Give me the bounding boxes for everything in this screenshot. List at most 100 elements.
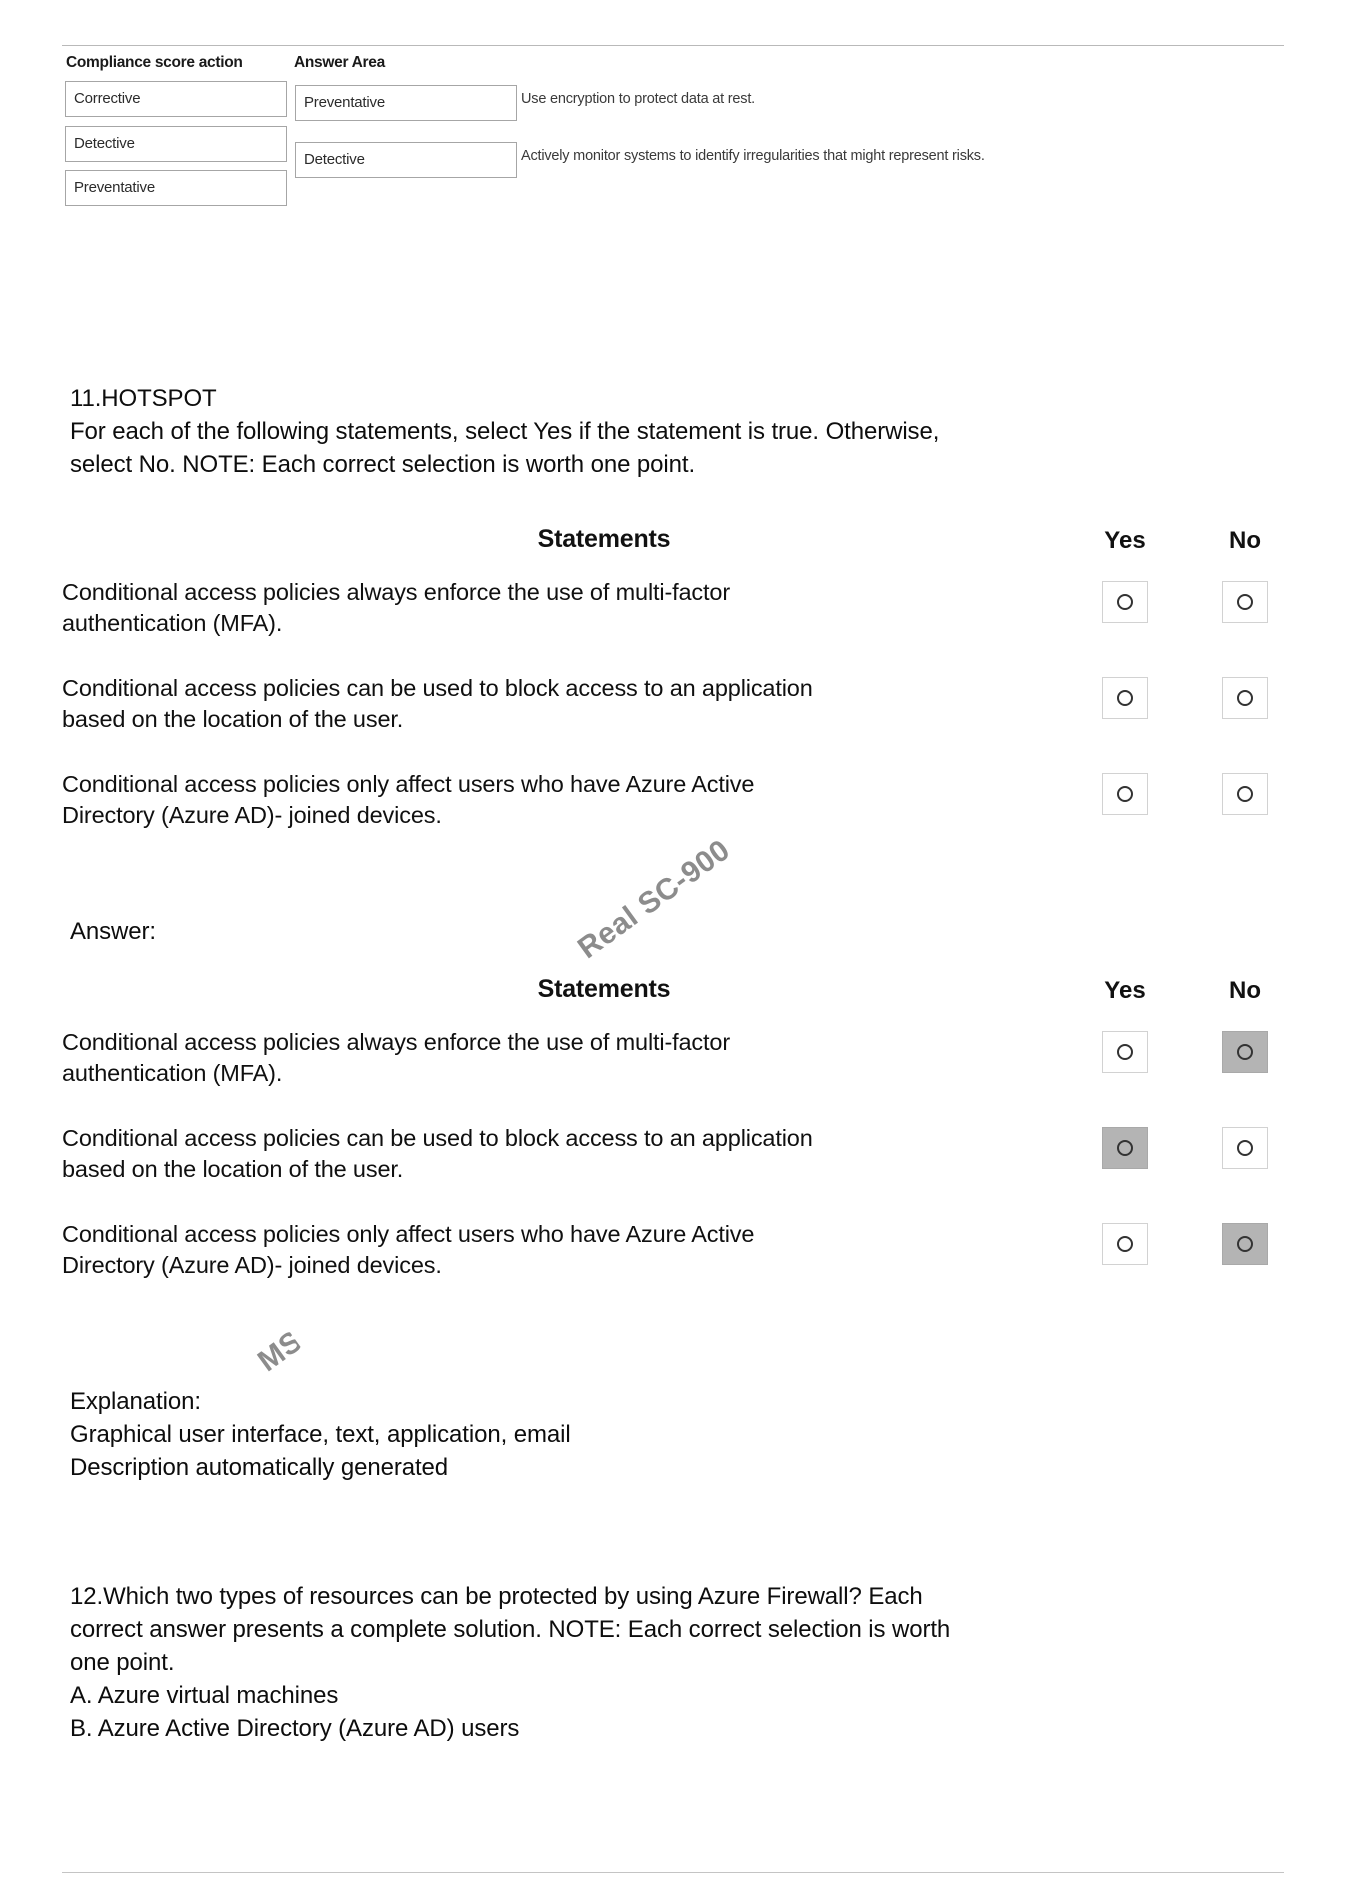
explanation-label: Explanation: <box>70 1388 201 1415</box>
a-row-2-yes-radio[interactable] <box>1102 1127 1148 1169</box>
statement-2-line-1: Conditional access policies can be used … <box>62 675 813 701</box>
no-column-header: No <box>1229 527 1261 554</box>
explanation-line-1: Graphical user interface, text, applicat… <box>70 1421 571 1448</box>
hotspot-table-answer: Statements Yes No Conditional access pol… <box>62 975 1268 1301</box>
answer-statement-text-2: Conditional access policies can be used … <box>62 1123 1047 1185</box>
answer-description-2: Actively monitor systems to identify irr… <box>521 148 985 164</box>
question-12-text: 12.Which two types of resources can be p… <box>70 1580 1250 1745</box>
question-11-text: 11.HOTSPOT For each of the following sta… <box>70 382 1260 481</box>
a-row-1-yes-cell[interactable] <box>1077 1031 1173 1073</box>
question-12-prompt-line-1: 12.Which two types of resources can be p… <box>70 1583 923 1610</box>
question-11-prompt-line-1: For each of the following statements, se… <box>70 418 940 445</box>
statement-text-1: Conditional access policies always enfor… <box>62 577 1047 639</box>
question-11-number: 11.HOTSPOT <box>70 385 217 412</box>
a-row-2-no-cell[interactable] <box>1197 1127 1293 1169</box>
option-corrective[interactable]: Corrective <box>65 81 287 117</box>
answer-statement-3-line-1: Conditional access policies only affect … <box>62 1221 755 1247</box>
q-row-1-no-cell[interactable] <box>1197 581 1293 623</box>
radio-circle-icon <box>1237 1044 1253 1060</box>
radio-circle-icon <box>1117 1044 1133 1060</box>
q-row-3-yes-radio[interactable] <box>1102 773 1148 815</box>
statement-2-line-2: based on the location of the user. <box>62 706 404 732</box>
answer-statement-3-line-2: Directory (Azure AD)- joined devices. <box>62 1252 442 1278</box>
answer-statement-2-line-1: Conditional access policies can be used … <box>62 1125 813 1151</box>
option-detective[interactable]: Detective <box>65 126 287 162</box>
hotspot-question-header-row: Statements Yes No <box>62 525 1262 565</box>
answer-label: Answer: <box>70 918 156 945</box>
answer-statement-text-1: Conditional access policies always enfor… <box>62 1027 1047 1089</box>
answer-area-header: Answer Area <box>294 54 385 71</box>
answer-statement-text-3: Conditional access policies only affect … <box>62 1219 1047 1281</box>
question-12-choice-a[interactable]: A. Azure virtual machines <box>70 1679 1250 1712</box>
question-12-choice-b[interactable]: B. Azure Active Directory (Azure AD) use… <box>70 1712 1250 1745</box>
table-row: Conditional access policies always enfor… <box>62 577 1268 659</box>
a-row-3-no-cell[interactable] <box>1197 1223 1293 1265</box>
option-preventative[interactable]: Preventative <box>65 170 287 206</box>
answer-statement-1-line-1: Conditional access policies always enfor… <box>62 1029 731 1055</box>
radio-circle-icon <box>1237 786 1253 802</box>
figure-top-rule <box>62 45 1284 46</box>
statement-text-3: Conditional access policies only affect … <box>62 769 1047 831</box>
table-row: Conditional access policies only affect … <box>62 1219 1268 1301</box>
table-row: Conditional access policies always enfor… <box>62 1027 1268 1109</box>
explanation-block: Explanation: Graphical user interface, t… <box>70 1385 1220 1484</box>
answer-yes-column-header: Yes <box>1104 977 1146 1004</box>
answer-statement-1-line-2: authentication (MFA). <box>62 1060 283 1086</box>
answer-description-1: Use encryption to protect data at rest. <box>521 91 755 107</box>
statements-column-header: Statements <box>537 525 671 553</box>
q-row-3-no-radio[interactable] <box>1222 773 1268 815</box>
a-row-2-no-radio[interactable] <box>1222 1127 1268 1169</box>
a-row-3-yes-cell[interactable] <box>1077 1223 1173 1265</box>
compliance-score-answer-figure: Compliance score action Answer Area Corr… <box>62 45 1284 220</box>
table-row: Conditional access policies can be used … <box>62 673 1268 755</box>
q-row-3-yes-cell[interactable] <box>1077 773 1173 815</box>
statement-text-2: Conditional access policies can be used … <box>62 673 1047 735</box>
table-row: Conditional access policies can be used … <box>62 1123 1268 1205</box>
a-row-1-no-cell[interactable] <box>1197 1031 1293 1073</box>
radio-circle-icon <box>1117 690 1133 706</box>
statement-1-line-1: Conditional access policies always enfor… <box>62 579 731 605</box>
answer-slot-1[interactable]: Preventative <box>295 85 517 121</box>
answer-slot-2[interactable]: Detective <box>295 142 517 178</box>
question-12-prompt-line-2: correct answer presents a complete solut… <box>70 1616 951 1643</box>
statement-3-line-1: Conditional access policies only affect … <box>62 771 755 797</box>
answer-statements-column-header: Statements <box>537 975 671 1003</box>
explanation-line-2: Description automatically generated <box>70 1454 449 1481</box>
radio-circle-icon <box>1237 1140 1253 1156</box>
watermark-real-sc900: Real SC-900 <box>572 833 737 966</box>
answer-statement-2-line-2: based on the location of the user. <box>62 1156 404 1182</box>
yes-column-header: Yes <box>1104 527 1146 554</box>
hotspot-answer-header-row: Statements Yes No <box>62 975 1262 1015</box>
radio-circle-icon <box>1237 1236 1253 1252</box>
watermark-partial-fragment: MS <box>252 1326 306 1379</box>
q-row-2-no-cell[interactable] <box>1197 677 1293 719</box>
q-row-2-no-radio[interactable] <box>1222 677 1268 719</box>
compliance-score-action-header: Compliance score action <box>66 54 243 71</box>
radio-circle-icon <box>1237 594 1253 610</box>
answer-no-column-header: No <box>1229 977 1261 1004</box>
hotspot-table-question: Statements Yes No Conditional access pol… <box>62 525 1268 851</box>
a-row-3-no-radio[interactable] <box>1222 1223 1268 1265</box>
question-12-prompt-line-3: one point. <box>70 1649 175 1676</box>
a-row-1-yes-radio[interactable] <box>1102 1031 1148 1073</box>
q-row-2-yes-radio[interactable] <box>1102 677 1148 719</box>
page-bottom-rule <box>62 1872 1284 1873</box>
document-page: Compliance score action Answer Area Corr… <box>0 0 1345 1902</box>
a-row-3-yes-radio[interactable] <box>1102 1223 1148 1265</box>
q-row-1-yes-radio[interactable] <box>1102 581 1148 623</box>
q-row-3-no-cell[interactable] <box>1197 773 1293 815</box>
statement-1-line-2: authentication (MFA). <box>62 610 283 636</box>
a-row-2-yes-cell[interactable] <box>1077 1127 1173 1169</box>
statement-3-line-2: Directory (Azure AD)- joined devices. <box>62 802 442 828</box>
q-row-2-yes-cell[interactable] <box>1077 677 1173 719</box>
radio-circle-icon <box>1237 690 1253 706</box>
radio-circle-icon <box>1117 1140 1133 1156</box>
table-row: Conditional access policies only affect … <box>62 769 1268 851</box>
q-row-1-no-radio[interactable] <box>1222 581 1268 623</box>
q-row-1-yes-cell[interactable] <box>1077 581 1173 623</box>
question-11-prompt-line-2: select No. NOTE: Each correct selection … <box>70 451 696 478</box>
radio-circle-icon <box>1117 786 1133 802</box>
radio-circle-icon <box>1117 1236 1133 1252</box>
radio-circle-icon <box>1117 594 1133 610</box>
a-row-1-no-radio[interactable] <box>1222 1031 1268 1073</box>
